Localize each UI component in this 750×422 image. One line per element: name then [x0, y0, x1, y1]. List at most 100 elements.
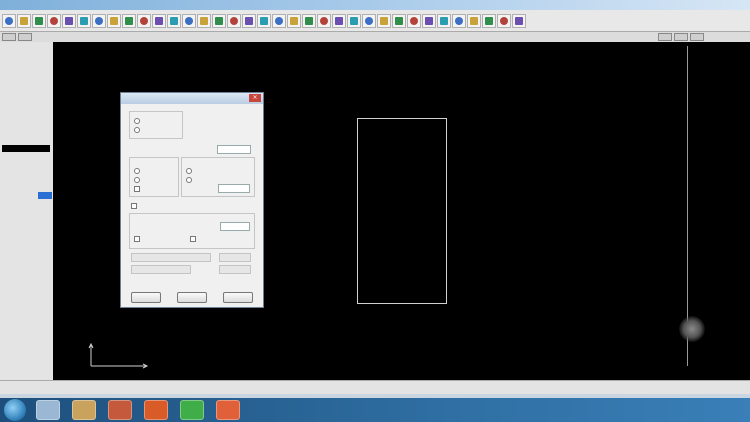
restore-button[interactable] — [674, 33, 688, 41]
status-bar — [0, 380, 750, 394]
layer-icon[interactable] — [272, 13, 286, 28]
mode-group — [129, 111, 183, 139]
cut-icon[interactable] — [92, 13, 106, 28]
mode-radio-2[interactable] — [134, 127, 140, 133]
print-icon[interactable] — [47, 13, 61, 28]
fillet-icon[interactable] — [497, 13, 511, 28]
close-button[interactable] — [690, 33, 704, 41]
sidebar-item[interactable] — [2, 229, 50, 236]
help-icon[interactable] — [512, 13, 526, 28]
sidebar-item[interactable] — [2, 208, 50, 215]
value-field-2[interactable] — [218, 184, 250, 193]
rotate-icon[interactable] — [437, 13, 451, 28]
option-radio-3[interactable] — [186, 168, 192, 174]
sidebar-item[interactable] — [2, 103, 50, 110]
arc-icon[interactable] — [182, 13, 196, 28]
disabled-field-1 — [131, 253, 211, 262]
grid-icon[interactable] — [302, 13, 316, 28]
options-group-left — [129, 157, 179, 197]
block-icon[interactable] — [377, 13, 391, 28]
mirror-icon[interactable] — [422, 13, 436, 28]
dim-icon[interactable] — [227, 13, 241, 28]
undo-icon[interactable] — [62, 13, 76, 28]
value-field-3[interactable] — [220, 222, 250, 231]
sidebar-item[interactable] — [2, 166, 50, 173]
sidebar-item[interactable] — [2, 113, 50, 120]
extend-icon[interactable] — [482, 13, 496, 28]
window-title-bar — [0, 0, 750, 10]
open-icon[interactable] — [17, 13, 31, 28]
sidebar-item[interactable] — [2, 260, 50, 267]
help-button[interactable] — [223, 292, 253, 303]
new-file-icon[interactable] — [2, 13, 16, 28]
option-radio-1[interactable] — [134, 168, 140, 174]
insert-icon[interactable] — [392, 13, 406, 28]
disabled-field-4 — [219, 265, 251, 274]
line-icon[interactable] — [137, 13, 151, 28]
hatch-icon[interactable] — [362, 13, 376, 28]
sidebar-item[interactable] — [2, 92, 50, 99]
measure-icon[interactable] — [347, 13, 361, 28]
settings-checkbox-1[interactable] — [134, 236, 140, 242]
sidebar-item[interactable] — [2, 144, 50, 152]
circle-icon[interactable] — [167, 13, 181, 28]
media-icon[interactable] — [72, 400, 96, 420]
cad-icon[interactable] — [144, 400, 168, 420]
start-button[interactable] — [4, 399, 26, 421]
pan-icon[interactable] — [257, 13, 271, 28]
disabled-field-3 — [131, 265, 191, 274]
array-icon[interactable] — [407, 13, 421, 28]
main-toolbar — [0, 10, 750, 32]
dialog-close-button[interactable]: × — [249, 94, 261, 102]
sidebar-highlight-item[interactable] — [38, 192, 52, 199]
minimize-button[interactable] — [658, 33, 672, 41]
paste-icon[interactable] — [122, 13, 136, 28]
option-checkbox-1[interactable] — [134, 186, 140, 192]
sidebar-item[interactable] — [2, 82, 50, 89]
options-group-right — [181, 157, 255, 197]
sidebar-item[interactable] — [2, 124, 50, 131]
drawing-canvas[interactable]: × — [53, 42, 750, 380]
settings-checkbox-2[interactable] — [190, 236, 196, 242]
explorer-icon[interactable] — [36, 400, 60, 420]
sidebar-item[interactable] — [2, 155, 50, 162]
enable-checkbox[interactable] — [131, 203, 137, 209]
option-radio-2[interactable] — [134, 177, 140, 183]
disabled-field-2 — [219, 253, 251, 262]
rect-icon[interactable] — [152, 13, 166, 28]
value-field-1[interactable] — [217, 145, 251, 154]
folder-icon[interactable] — [108, 400, 132, 420]
ok-button[interactable] — [131, 292, 161, 303]
sidebar-item[interactable] — [2, 250, 50, 257]
tab-right-button[interactable] — [18, 33, 32, 41]
snap-icon[interactable] — [317, 13, 331, 28]
tab-left-button[interactable] — [2, 33, 16, 41]
drawn-rectangle[interactable] — [357, 118, 447, 304]
paint-icon[interactable] — [216, 400, 240, 420]
text-icon[interactable] — [212, 13, 226, 28]
save-icon[interactable] — [32, 13, 46, 28]
trim-icon[interactable] — [467, 13, 481, 28]
sidebar-item[interactable] — [2, 218, 50, 225]
ortho-icon[interactable] — [332, 13, 346, 28]
sidebar-item[interactable] — [2, 50, 50, 57]
sidebar-item[interactable] — [2, 71, 50, 78]
option-radio-4[interactable] — [186, 177, 192, 183]
browser-icon[interactable] — [180, 400, 204, 420]
copy-icon[interactable] — [107, 13, 121, 28]
sidebar-item[interactable] — [2, 134, 50, 141]
redo-icon[interactable] — [77, 13, 91, 28]
sidebar-item[interactable] — [2, 176, 50, 183]
sidebar-item[interactable] — [2, 271, 50, 278]
dialog-title-bar: × — [121, 93, 263, 104]
polyline-icon[interactable] — [197, 13, 211, 28]
mode-radio-1[interactable] — [134, 118, 140, 124]
sidebar-item[interactable] — [2, 239, 50, 246]
cancel-button[interactable] — [177, 292, 207, 303]
color-icon[interactable] — [287, 13, 301, 28]
scale-icon[interactable] — [452, 13, 466, 28]
zoom-icon[interactable] — [242, 13, 256, 28]
property-sidebar — [0, 42, 54, 380]
sidebar-item[interactable] — [2, 61, 50, 68]
settings-group — [129, 213, 255, 249]
